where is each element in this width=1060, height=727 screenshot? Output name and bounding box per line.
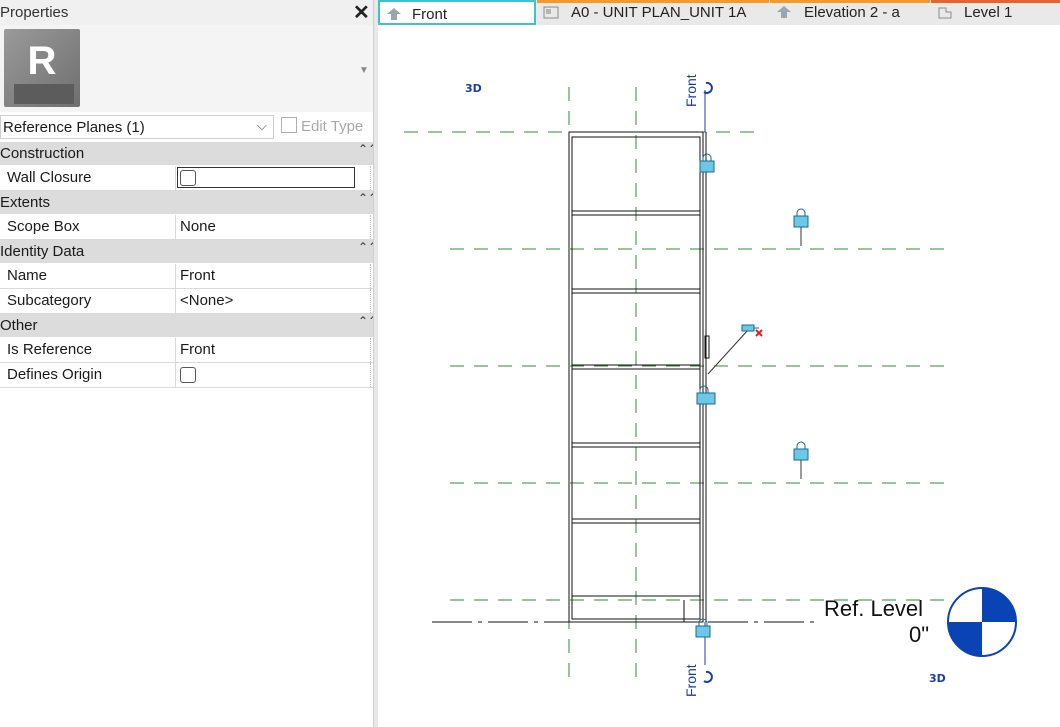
- property-key: Name: [7, 267, 48, 284]
- tab-label: Level 1: [964, 4, 1013, 21]
- floor-plan-view-icon: [938, 7, 952, 19]
- level-head-icon: [947, 587, 1017, 657]
- properties-titlebar: Properties ✕: [0, 0, 373, 25]
- type-selector-dropdown[interactable]: Reference Planes (1) ⌵: [0, 115, 274, 139]
- pin-icon: [741, 324, 763, 337]
- ref-level-elevation[interactable]: 0": [909, 622, 929, 648]
- property-key: Scope Box: [7, 218, 80, 235]
- lock-icons: [695, 153, 809, 638]
- lock-icon: [793, 208, 809, 246]
- properties-title: Properties: [0, 4, 69, 21]
- lock-icon: [699, 153, 715, 173]
- elevation-drawing[interactable]: [378, 25, 1060, 727]
- group-label: Construction: [0, 145, 85, 162]
- group-header-identity-data[interactable]: Identity Data ⌃⌃: [0, 240, 378, 264]
- chevron-down-icon: ⌵: [257, 118, 267, 133]
- lock-icon: [793, 441, 809, 479]
- property-value[interactable]: Front: [180, 341, 215, 358]
- edit-type-icon: [281, 117, 297, 133]
- tab-level-1[interactable]: Level 1: [931, 0, 1060, 25]
- properties-palette: Properties ✕ R ▼ Reference Planes (1) ⌵ …: [0, 0, 378, 727]
- chevron-down-icon[interactable]: ▼: [359, 65, 369, 76]
- property-row-wall-closure[interactable]: Wall Closure: [0, 166, 373, 191]
- tab-a0-unit-plan[interactable]: A0 - UNIT PLAN_UNIT 1A: [537, 0, 769, 25]
- tab-label: A0 - UNIT PLAN_UNIT 1A: [571, 4, 747, 21]
- property-key: Is Reference: [7, 341, 93, 358]
- property-value[interactable]: <None>: [180, 292, 233, 309]
- wall-closure-checkbox[interactable]: [180, 170, 196, 186]
- group-label: Identity Data: [0, 243, 85, 260]
- edit-type-button[interactable]: Edit Type: [281, 117, 363, 135]
- elevation-view-icon: [387, 8, 401, 20]
- tab-elevation-2-a[interactable]: Elevation 2 - a: [770, 0, 930, 25]
- property-key: Wall Closure: [7, 169, 92, 186]
- label-3d: 3D: [465, 82, 482, 95]
- section-label-bottom[interactable]: Front: [683, 664, 699, 697]
- wall-closure-focus: [177, 167, 355, 188]
- tab-front[interactable]: Front: [378, 0, 536, 25]
- section-label-top[interactable]: Front: [683, 74, 699, 107]
- properties-grid: Construction ⌃⌃ Wall Closure Extents ⌃⌃ …: [0, 142, 378, 388]
- close-icon[interactable]: ✕: [353, 0, 370, 25]
- drawing-canvas[interactable]: 3D 3D Front Front Ref. Level 0": [378, 25, 1060, 727]
- ref-level-name[interactable]: Ref. Level: [824, 596, 923, 622]
- defines-origin-checkbox[interactable]: [180, 367, 196, 383]
- group-label: Extents: [0, 194, 51, 211]
- property-key: Defines Origin: [7, 366, 103, 383]
- tab-label: Front: [412, 6, 448, 23]
- group-label: Other: [0, 317, 38, 334]
- property-row-is-reference[interactable]: Is Reference Front: [0, 338, 373, 363]
- flip-arrow-icon: [703, 670, 713, 683]
- property-value[interactable]: None: [180, 218, 216, 235]
- view-tabs: Front A0 - UNIT PLAN_UNIT 1A Elevation 2…: [378, 0, 1060, 25]
- group-header-extents[interactable]: Extents ⌃⌃: [0, 191, 378, 215]
- property-key: Subcategory: [7, 292, 92, 309]
- property-row-scope-box[interactable]: Scope Box None: [0, 215, 373, 240]
- group-header-construction[interactable]: Construction ⌃⌃: [0, 142, 378, 166]
- elevation-view-icon: [777, 6, 791, 18]
- type-preview[interactable]: R ▼: [0, 25, 373, 112]
- type-selector-value: Reference Planes (1): [3, 119, 145, 136]
- property-row-subcategory[interactable]: Subcategory <None>: [0, 289, 373, 314]
- group-header-other[interactable]: Other ⌃⌃: [0, 314, 378, 338]
- property-row-defines-origin[interactable]: Defines Origin: [0, 363, 373, 388]
- revit-logo-icon: R: [4, 29, 80, 107]
- sheet-view-icon: [543, 6, 559, 19]
- property-row-name[interactable]: Name Front: [0, 264, 373, 289]
- edit-type-label: Edit Type: [301, 118, 364, 135]
- shelving-unit: [568, 131, 710, 623]
- property-value[interactable]: Front: [180, 267, 215, 284]
- label-3d: 3D: [929, 672, 946, 685]
- selection-row: Reference Planes (1) ⌵ Edit Type: [0, 113, 373, 141]
- tab-label: Elevation 2 - a: [804, 4, 900, 21]
